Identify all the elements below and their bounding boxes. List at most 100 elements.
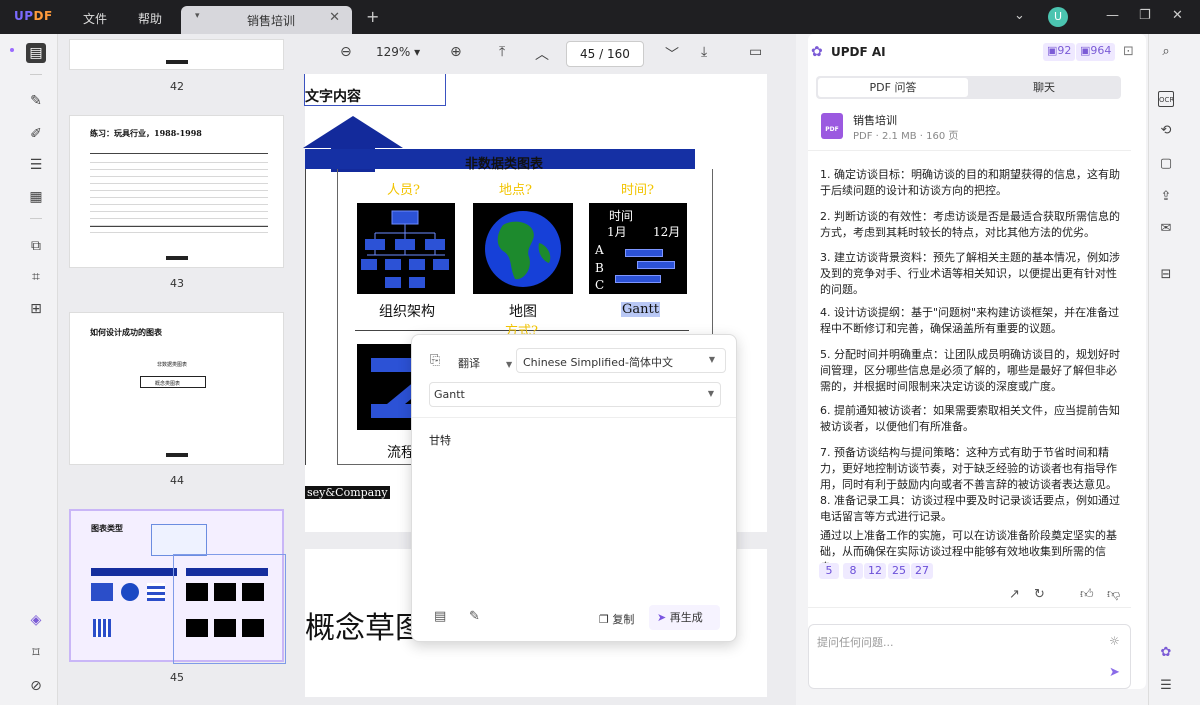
gantt-row-c: C (595, 278, 605, 292)
zoom-in-icon[interactable]: ⊕ (450, 44, 462, 60)
avatar[interactable]: U (1048, 7, 1068, 27)
thumbnail-page-43[interactable]: 练习：玩具行业，1988-1998 (69, 115, 284, 268)
reference-chip[interactable]: 12 (864, 563, 886, 579)
reference-chip[interactable]: 27 (911, 563, 933, 579)
regenerate-button[interactable]: ➤ 再生成 (649, 605, 720, 630)
highlight-icon[interactable]: ✎ (26, 91, 46, 111)
brand-mark (166, 256, 188, 260)
zoom-out-icon[interactable]: ⊖ (340, 44, 352, 60)
thumbnail-title: 练习：玩具行业，1988-1998 (90, 128, 202, 138)
gantt-image: 时间 1月 12月 A B C (589, 203, 687, 294)
label-org-chart: 组织架构 (379, 304, 435, 320)
thumbnail-page-42[interactable] (69, 39, 284, 70)
answer-paragraph: 7. 预备访谈结构与提问策略：这种方式有助于节省时间和精力，更好地控制访谈节奏，… (820, 446, 1120, 523)
presentation-icon[interactable]: ▭ (749, 44, 762, 60)
pages-icon[interactable]: ⧉ (26, 236, 46, 256)
last-page-icon[interactable]: ⤓ (701, 44, 707, 60)
translate-popup: ⎘ 翻译 ▼ Chinese Simplified-简体中文 ▼ Gantt ▼ … (411, 334, 737, 642)
thumbs-down-icon[interactable]: 👎︎ (1107, 587, 1120, 602)
ai-assistant-icon[interactable]: ✿ (1158, 645, 1174, 661)
tab-chat[interactable]: 聊天 (969, 78, 1119, 97)
tab-dropdown-icon[interactable]: ▾ (195, 11, 200, 21)
ai-title: UPDF AI (831, 45, 886, 59)
crop-icon[interactable]: ⌗ (26, 267, 46, 287)
thumbnail-page-44[interactable]: 如何设计成功的图表 非数据类图表 概念类图表 (69, 312, 284, 465)
next-page-icon[interactable]: ﹀ (665, 44, 679, 64)
map-image (473, 203, 573, 294)
tab-close-icon[interactable]: ✕ (329, 10, 340, 25)
prev-page-icon[interactable]: ︿ (535, 44, 549, 64)
source-text-field[interactable]: Gantt ▼ (429, 382, 721, 407)
attachment-icon[interactable]: ⊘ (26, 676, 46, 696)
comment-icon[interactable]: ▤ (434, 609, 446, 624)
convert-icon[interactable]: ⟲ (1158, 123, 1174, 139)
bookmark-icon[interactable]: ⌑ (26, 643, 46, 663)
lock-icon[interactable]: ⊡ (1123, 44, 1134, 59)
minimize-button[interactable]: — (1106, 8, 1119, 23)
close-window-button[interactable]: ✕ (1172, 8, 1183, 23)
left-toolbar: ▤ ✎ ✐ ☰ ▦ ⧉ ⌗ ⊞ ◈ ⌑ ⊘ (0, 34, 58, 705)
refresh-icon[interactable]: ↻ (1034, 587, 1045, 602)
send-icon[interactable]: ➤ (1109, 665, 1120, 680)
layers-icon[interactable]: ◈ (26, 610, 46, 630)
thumbnail-title: 图表类型 (91, 523, 123, 533)
email-icon[interactable]: ✉ (1158, 221, 1174, 237)
menu-file[interactable]: 文件 (83, 10, 107, 27)
first-page-icon[interactable]: ⤒ (499, 44, 505, 60)
reference-chip[interactable]: 5 (819, 563, 839, 579)
thumbnail-item: 概念类图表 (140, 376, 206, 388)
comments-icon[interactable]: ☰ (1158, 678, 1174, 694)
chevron-down-icon[interactable]: ⌄ (1014, 8, 1025, 23)
compare-icon[interactable]: ⊞ (26, 299, 46, 319)
table-preview (90, 156, 268, 236)
lightbulb-icon[interactable]: ☼ (1109, 634, 1120, 648)
menu-help[interactable]: 帮助 (138, 10, 162, 27)
updf-logo: UPDF (14, 9, 53, 23)
question-where: 地点? (499, 183, 532, 198)
highlighter-icon[interactable]: ✎ (469, 609, 480, 624)
protect-icon[interactable]: ▢ (1158, 156, 1174, 172)
language-select[interactable]: Chinese Simplified-简体中文 ▼ (516, 348, 726, 373)
brand-label: sey&Company (305, 486, 390, 499)
form-icon[interactable]: ▦ (26, 187, 46, 207)
ocr-icon[interactable]: OCR (1158, 91, 1174, 107)
gantt-row-b: B (595, 261, 604, 275)
view-toolbar: ⊖ 129% ▾ ⊕ ⤒ ︿ 45 / 160 ﹀ ⤓ ▭ (296, 34, 796, 74)
indicator-dot (10, 48, 14, 52)
tab-pdf-qa[interactable]: PDF 问答 (818, 78, 968, 97)
gantt-header: 时间 (609, 209, 634, 223)
answer-paragraph: 5. 分配时间并明确重点：让团队成员明确访谈目的，规划好时间管理，区分哪些信息是… (820, 348, 1120, 393)
ask-input-box[interactable]: 提问任何问题... ☼ ➤ (808, 624, 1131, 689)
edit-pdf-icon[interactable]: ✐ (26, 124, 46, 144)
reference-chip[interactable]: 8 (843, 563, 863, 579)
thumbnail-label: 44 (170, 474, 184, 487)
question-when: 时间? (621, 183, 654, 198)
answer-paragraph: 1. 确定访谈目标：明确访谈的目的和期望获得的信息，这有助于后续问题的设计和访谈… (820, 168, 1120, 197)
zoom-level[interactable]: 129% ▾ (376, 45, 420, 59)
mode-select[interactable]: 翻译 ▼ (458, 355, 512, 371)
save-icon[interactable]: ⊟ (1158, 267, 1174, 283)
new-tab-button[interactable]: + (366, 7, 379, 26)
reader-icon[interactable]: ▤ (26, 43, 46, 63)
organize-icon[interactable]: ☰ (26, 155, 46, 175)
brand-mark (166, 60, 188, 64)
copy-button[interactable]: ❐ 复制 (599, 611, 634, 627)
share-icon[interactable]: ⇪ (1158, 189, 1174, 205)
restore-button[interactable]: ❐ (1139, 8, 1151, 23)
reference-chip[interactable]: 25 (888, 563, 910, 579)
thumbnail-title: 如何设计成功的图表 (90, 327, 162, 337)
answer-paragraph: 4. 设计访谈提纲：基于"问题树"来构建访谈框架，并在准备过程中不断修订和完善，… (820, 306, 1120, 335)
export-icon[interactable]: ↗ (1009, 587, 1020, 602)
thumbs-up-icon[interactable]: 👍︎ (1080, 587, 1094, 602)
page-number-input[interactable]: 45 / 160 (566, 41, 644, 67)
label-gantt-selected[interactable]: Gantt (621, 302, 660, 317)
search-icon[interactable]: ⌕ (1158, 44, 1174, 60)
ask-input[interactable]: 提问任何问题... (817, 634, 894, 650)
document-tab[interactable]: ▾ 销售培训 ✕ (181, 6, 352, 34)
updf-ai-icon: ✿ (811, 44, 823, 60)
thumbnail-page-45[interactable]: 图表类型 (69, 509, 286, 664)
label-map: 地图 (509, 304, 537, 320)
ai-tabs: PDF 问答 聊天 (816, 76, 1121, 99)
credit-badge-2: ▣964 (1076, 43, 1116, 61)
page-top-text: 文字内容 (305, 89, 361, 105)
